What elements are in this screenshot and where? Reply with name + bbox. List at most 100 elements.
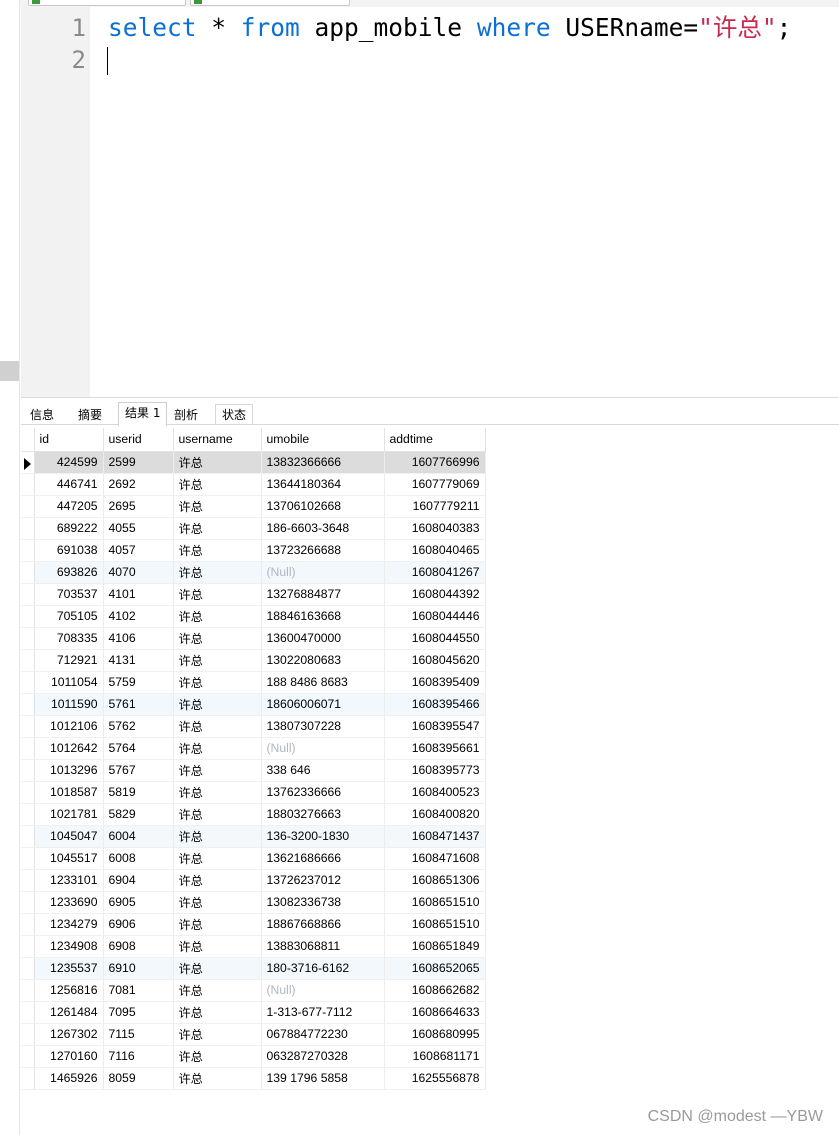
- cell-username[interactable]: 许总: [173, 1023, 262, 1046]
- row-indicator[interactable]: [21, 583, 35, 606]
- cell-addtime[interactable]: 1608471437: [384, 825, 486, 848]
- table-row[interactable]: 712921 4131 许总 13022080683 1608045620: [21, 649, 486, 672]
- cell-id[interactable]: 1045047: [34, 825, 104, 848]
- cell-umobile[interactable]: 338 646: [261, 759, 385, 782]
- table-row[interactable]: 1270160 7116 许总 063287270328 1608681171: [21, 1045, 486, 1068]
- tab-profile[interactable]: 剖析: [167, 404, 205, 425]
- row-indicator[interactable]: [21, 561, 35, 584]
- cell-addtime[interactable]: 1608041267: [384, 561, 486, 584]
- sql-code-line[interactable]: select * from app_mobile where USERname=…: [108, 12, 791, 44]
- cell-id[interactable]: 1465926: [34, 1067, 104, 1090]
- cell-id[interactable]: 1012106: [34, 715, 104, 738]
- cell-userid[interactable]: 8059: [103, 1067, 174, 1090]
- cell-umobile[interactable]: 13726237012: [261, 869, 385, 892]
- cell-umobile[interactable]: 13276884877: [261, 583, 385, 606]
- cell-umobile[interactable]: 188 8486 8683: [261, 671, 385, 694]
- cell-id[interactable]: 693826: [34, 561, 104, 584]
- cell-userid[interactable]: 2695: [103, 495, 174, 518]
- cell-userid[interactable]: 7081: [103, 979, 174, 1002]
- row-indicator[interactable]: [21, 517, 35, 540]
- toolbar-button[interactable]: [28, 0, 186, 6]
- table-row[interactable]: 1267302 7115 许总 067884772230 1608680995: [21, 1023, 486, 1046]
- table-row[interactable]: 446741 2692 许总 13644180364 1607779069: [21, 473, 486, 496]
- cell-addtime[interactable]: 1608044446: [384, 605, 486, 628]
- cell-id[interactable]: 1012642: [34, 737, 104, 760]
- cell-userid[interactable]: 4070: [103, 561, 174, 584]
- cell-userid[interactable]: 2599: [103, 451, 174, 474]
- cell-id[interactable]: 705105: [34, 605, 104, 628]
- row-indicator[interactable]: [21, 825, 35, 848]
- cell-username[interactable]: 许总: [173, 605, 262, 628]
- sql-editor[interactable]: 1 2 select * from app_mobile where USERn…: [21, 7, 839, 397]
- row-indicator[interactable]: [21, 473, 35, 496]
- table-row[interactable]: 1012642 5764 许总 (Null) 1608395661: [21, 737, 486, 760]
- table-row[interactable]: 1045517 6008 许总 13621686666 1608471608: [21, 847, 486, 870]
- row-indicator[interactable]: [21, 935, 35, 958]
- cell-username[interactable]: 许总: [173, 517, 262, 540]
- table-row[interactable]: 1256816 7081 许总 (Null) 1608662682: [21, 979, 486, 1002]
- tab-info[interactable]: 信息: [23, 404, 61, 425]
- table-row[interactable]: 1018587 5819 许总 13762336666 1608400523: [21, 781, 486, 804]
- cell-userid[interactable]: 4101: [103, 583, 174, 606]
- cell-userid[interactable]: 5829: [103, 803, 174, 826]
- cell-userid[interactable]: 2692: [103, 473, 174, 496]
- cell-umobile[interactable]: 13022080683: [261, 649, 385, 672]
- cell-addtime[interactable]: 1608680995: [384, 1023, 486, 1046]
- cell-username[interactable]: 许总: [173, 847, 262, 870]
- cell-addtime[interactable]: 1608471608: [384, 847, 486, 870]
- cell-id[interactable]: 1018587: [34, 781, 104, 804]
- cell-userid[interactable]: 6905: [103, 891, 174, 914]
- row-indicator[interactable]: [21, 737, 35, 760]
- cell-username[interactable]: 许总: [173, 737, 262, 760]
- row-indicator[interactable]: [21, 605, 35, 628]
- row-indicator[interactable]: [21, 539, 35, 562]
- row-indicator[interactable]: [21, 957, 35, 980]
- cell-username[interactable]: 许总: [173, 935, 262, 958]
- cell-umobile[interactable]: (Null): [261, 737, 385, 760]
- cell-username[interactable]: 许总: [173, 671, 262, 694]
- cell-addtime[interactable]: 1607766996: [384, 451, 486, 474]
- cell-username[interactable]: 许总: [173, 825, 262, 848]
- tab-result-1[interactable]: 结果 1: [118, 402, 168, 426]
- cell-umobile[interactable]: 13621686666: [261, 847, 385, 870]
- cell-id[interactable]: 691038: [34, 539, 104, 562]
- table-row[interactable]: 1233690 6905 许总 13082336738 1608651510: [21, 891, 486, 914]
- cell-userid[interactable]: 6008: [103, 847, 174, 870]
- cell-addtime[interactable]: 1608651849: [384, 935, 486, 958]
- cell-username[interactable]: 许总: [173, 1045, 262, 1068]
- cell-addtime[interactable]: 1608681171: [384, 1045, 486, 1068]
- table-row[interactable]: 424599 2599 许总 13832366666 1607766996: [21, 451, 486, 474]
- cell-username[interactable]: 许总: [173, 495, 262, 518]
- cell-umobile[interactable]: 18606006071: [261, 693, 385, 716]
- cell-userid[interactable]: 6908: [103, 935, 174, 958]
- cell-username[interactable]: 许总: [173, 1067, 262, 1090]
- cell-userid[interactable]: 5767: [103, 759, 174, 782]
- cell-username[interactable]: 许总: [173, 473, 262, 496]
- cell-username[interactable]: 许总: [173, 913, 262, 936]
- cell-userid[interactable]: 4131: [103, 649, 174, 672]
- cell-id[interactable]: 1267302: [34, 1023, 104, 1046]
- cell-username[interactable]: 许总: [173, 451, 262, 474]
- row-indicator[interactable]: [21, 495, 35, 518]
- row-indicator[interactable]: [21, 759, 35, 782]
- cell-userid[interactable]: 5764: [103, 737, 174, 760]
- row-indicator[interactable]: [21, 891, 35, 914]
- cell-umobile[interactable]: 18867668866: [261, 913, 385, 936]
- cell-umobile[interactable]: 13723266688: [261, 539, 385, 562]
- column-header-username[interactable]: username: [173, 428, 262, 452]
- cell-id[interactable]: 1235537: [34, 957, 104, 980]
- cell-addtime[interactable]: 1608400820: [384, 803, 486, 826]
- row-indicator[interactable]: [21, 869, 35, 892]
- cell-username[interactable]: 许总: [173, 561, 262, 584]
- cell-id[interactable]: 1234279: [34, 913, 104, 936]
- table-row[interactable]: 689222 4055 许总 186-6603-3648 1608040383: [21, 517, 486, 540]
- cell-userid[interactable]: 6904: [103, 869, 174, 892]
- cell-umobile[interactable]: 136-3200-1830: [261, 825, 385, 848]
- cell-umobile[interactable]: 13082336738: [261, 891, 385, 914]
- cell-umobile[interactable]: 180-3716-6162: [261, 957, 385, 980]
- row-indicator[interactable]: [21, 781, 35, 804]
- row-indicator[interactable]: [21, 847, 35, 870]
- cell-userid[interactable]: 6910: [103, 957, 174, 980]
- cell-id[interactable]: 1233101: [34, 869, 104, 892]
- result-grid[interactable]: id userid username umobile addtime 42459…: [21, 428, 486, 1090]
